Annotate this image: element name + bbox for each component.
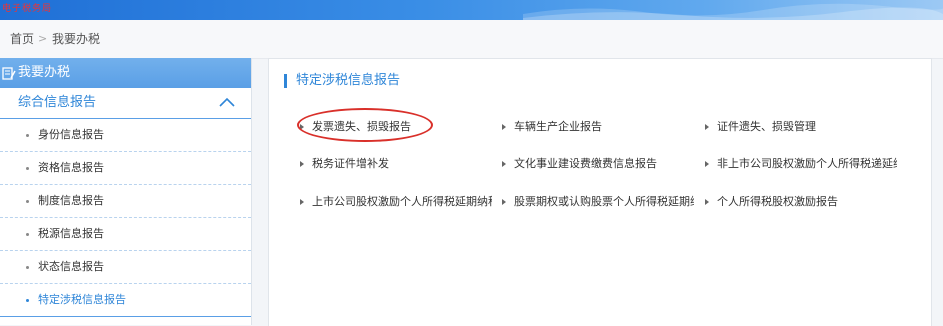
chevron-up-icon[interactable] bbox=[219, 96, 235, 108]
banner-wave-decoration bbox=[523, 3, 943, 20]
breadcrumb: 首页 > 我要办税 bbox=[0, 20, 943, 59]
bullet-icon bbox=[26, 167, 29, 170]
personal-equity-incentive-report-link[interactable]: 个人所得税股权激励报告 bbox=[705, 194, 897, 210]
triangle-bullet-icon bbox=[705, 199, 709, 205]
sidebar-item-label: 资格信息报告 bbox=[38, 161, 104, 174]
breadcrumb-home-link[interactable]: 首页 bbox=[10, 20, 34, 58]
stock-option-deferral-link[interactable]: 股票期权或认购股票个人所得税延期纳 bbox=[502, 194, 694, 210]
sidebar-item-label: 身份信息报告 bbox=[38, 128, 104, 141]
unlisted-equity-incentive-link[interactable]: 非上市公司股权激励个人所得税递延纳 bbox=[705, 156, 897, 172]
main-panel: 特定涉税信息报告 发票遗失、损毁报告 车辆生产企业报告 证件遗失、损毁管理 税务… bbox=[268, 58, 932, 326]
certificate-loss-management-link[interactable]: 证件遗失、损毁管理 bbox=[705, 119, 897, 135]
triangle-bullet-icon bbox=[300, 161, 304, 167]
link-label: 证件遗失、损毁管理 bbox=[717, 120, 816, 133]
bullet-icon bbox=[26, 266, 29, 269]
link-label: 文化事业建设费缴费信息报告 bbox=[514, 157, 657, 170]
triangle-bullet-icon bbox=[705, 124, 709, 130]
sidebar-item-status-report[interactable]: 状态信息报告 bbox=[0, 251, 251, 284]
bullet-icon bbox=[26, 200, 29, 203]
title-accent-bar bbox=[284, 74, 287, 88]
sidebar-item-label: 特定涉税信息报告 bbox=[38, 293, 126, 306]
breadcrumb-current: 我要办税 bbox=[52, 32, 101, 46]
link-label: 非上市公司股权激励个人所得税递延纳 bbox=[717, 157, 897, 170]
triangle-bullet-icon bbox=[705, 161, 709, 167]
link-label: 车辆生产企业报告 bbox=[514, 120, 602, 133]
triangle-bullet-icon bbox=[502, 199, 506, 205]
sidebar-group-label: 综合信息报告 bbox=[18, 95, 97, 110]
sidebar-item-specific-tax-report[interactable]: 特定涉税信息报告 bbox=[0, 284, 251, 317]
triangle-bullet-icon bbox=[502, 124, 506, 130]
tax-service-icon bbox=[2, 67, 16, 80]
breadcrumb-separator: > bbox=[38, 32, 48, 45]
listed-equity-incentive-link[interactable]: 上市公司股权激励个人所得税延期纳税 bbox=[300, 194, 492, 210]
panel-title-text: 特定涉税信息报告 bbox=[296, 73, 401, 88]
link-label: 上市公司股权激励个人所得税延期纳税 bbox=[312, 195, 492, 208]
link-label: 个人所得税股权激励报告 bbox=[717, 195, 838, 208]
triangle-bullet-icon bbox=[502, 161, 506, 167]
sidebar: 我要办税 综合信息报告 身份信息报告 资格信息报告 制度信息报告 税源信息报告 … bbox=[0, 58, 252, 325]
bullet-icon bbox=[26, 134, 29, 137]
bullet-icon bbox=[26, 299, 29, 302]
sidebar-item-tax-source-report[interactable]: 税源信息报告 bbox=[0, 218, 251, 251]
sidebar-item-label: 税源信息报告 bbox=[38, 227, 104, 240]
sidebar-item-qualification-report[interactable]: 资格信息报告 bbox=[0, 152, 251, 185]
triangle-bullet-icon bbox=[300, 199, 304, 205]
link-label: 税务证件增补发 bbox=[312, 157, 389, 170]
culture-fee-report-link[interactable]: 文化事业建设费缴费信息报告 bbox=[502, 156, 694, 172]
sidebar-title: 我要办税 bbox=[18, 65, 71, 80]
sidebar-group-comprehensive-report[interactable]: 综合信息报告 bbox=[0, 88, 251, 119]
sidebar-header[interactable]: 我要办税 bbox=[0, 58, 251, 88]
highlight-annotation-ellipse bbox=[297, 108, 433, 142]
sidebar-item-system-report[interactable]: 制度信息报告 bbox=[0, 185, 251, 218]
bullet-icon bbox=[26, 233, 29, 236]
sidebar-item-label: 制度信息报告 bbox=[38, 194, 104, 207]
sidebar-item-identity-report[interactable]: 身份信息报告 bbox=[0, 119, 251, 152]
sidebar-item-label: 状态信息报告 bbox=[38, 260, 104, 273]
site-logo: 电子税务局 bbox=[2, 4, 53, 14]
tax-certificate-reissue-link[interactable]: 税务证件增补发 bbox=[300, 156, 492, 172]
top-banner: 电子税务局 bbox=[0, 0, 943, 20]
link-label: 股票期权或认购股票个人所得税延期纳 bbox=[514, 195, 694, 208]
vehicle-manufacturer-report-link[interactable]: 车辆生产企业报告 bbox=[502, 119, 694, 135]
